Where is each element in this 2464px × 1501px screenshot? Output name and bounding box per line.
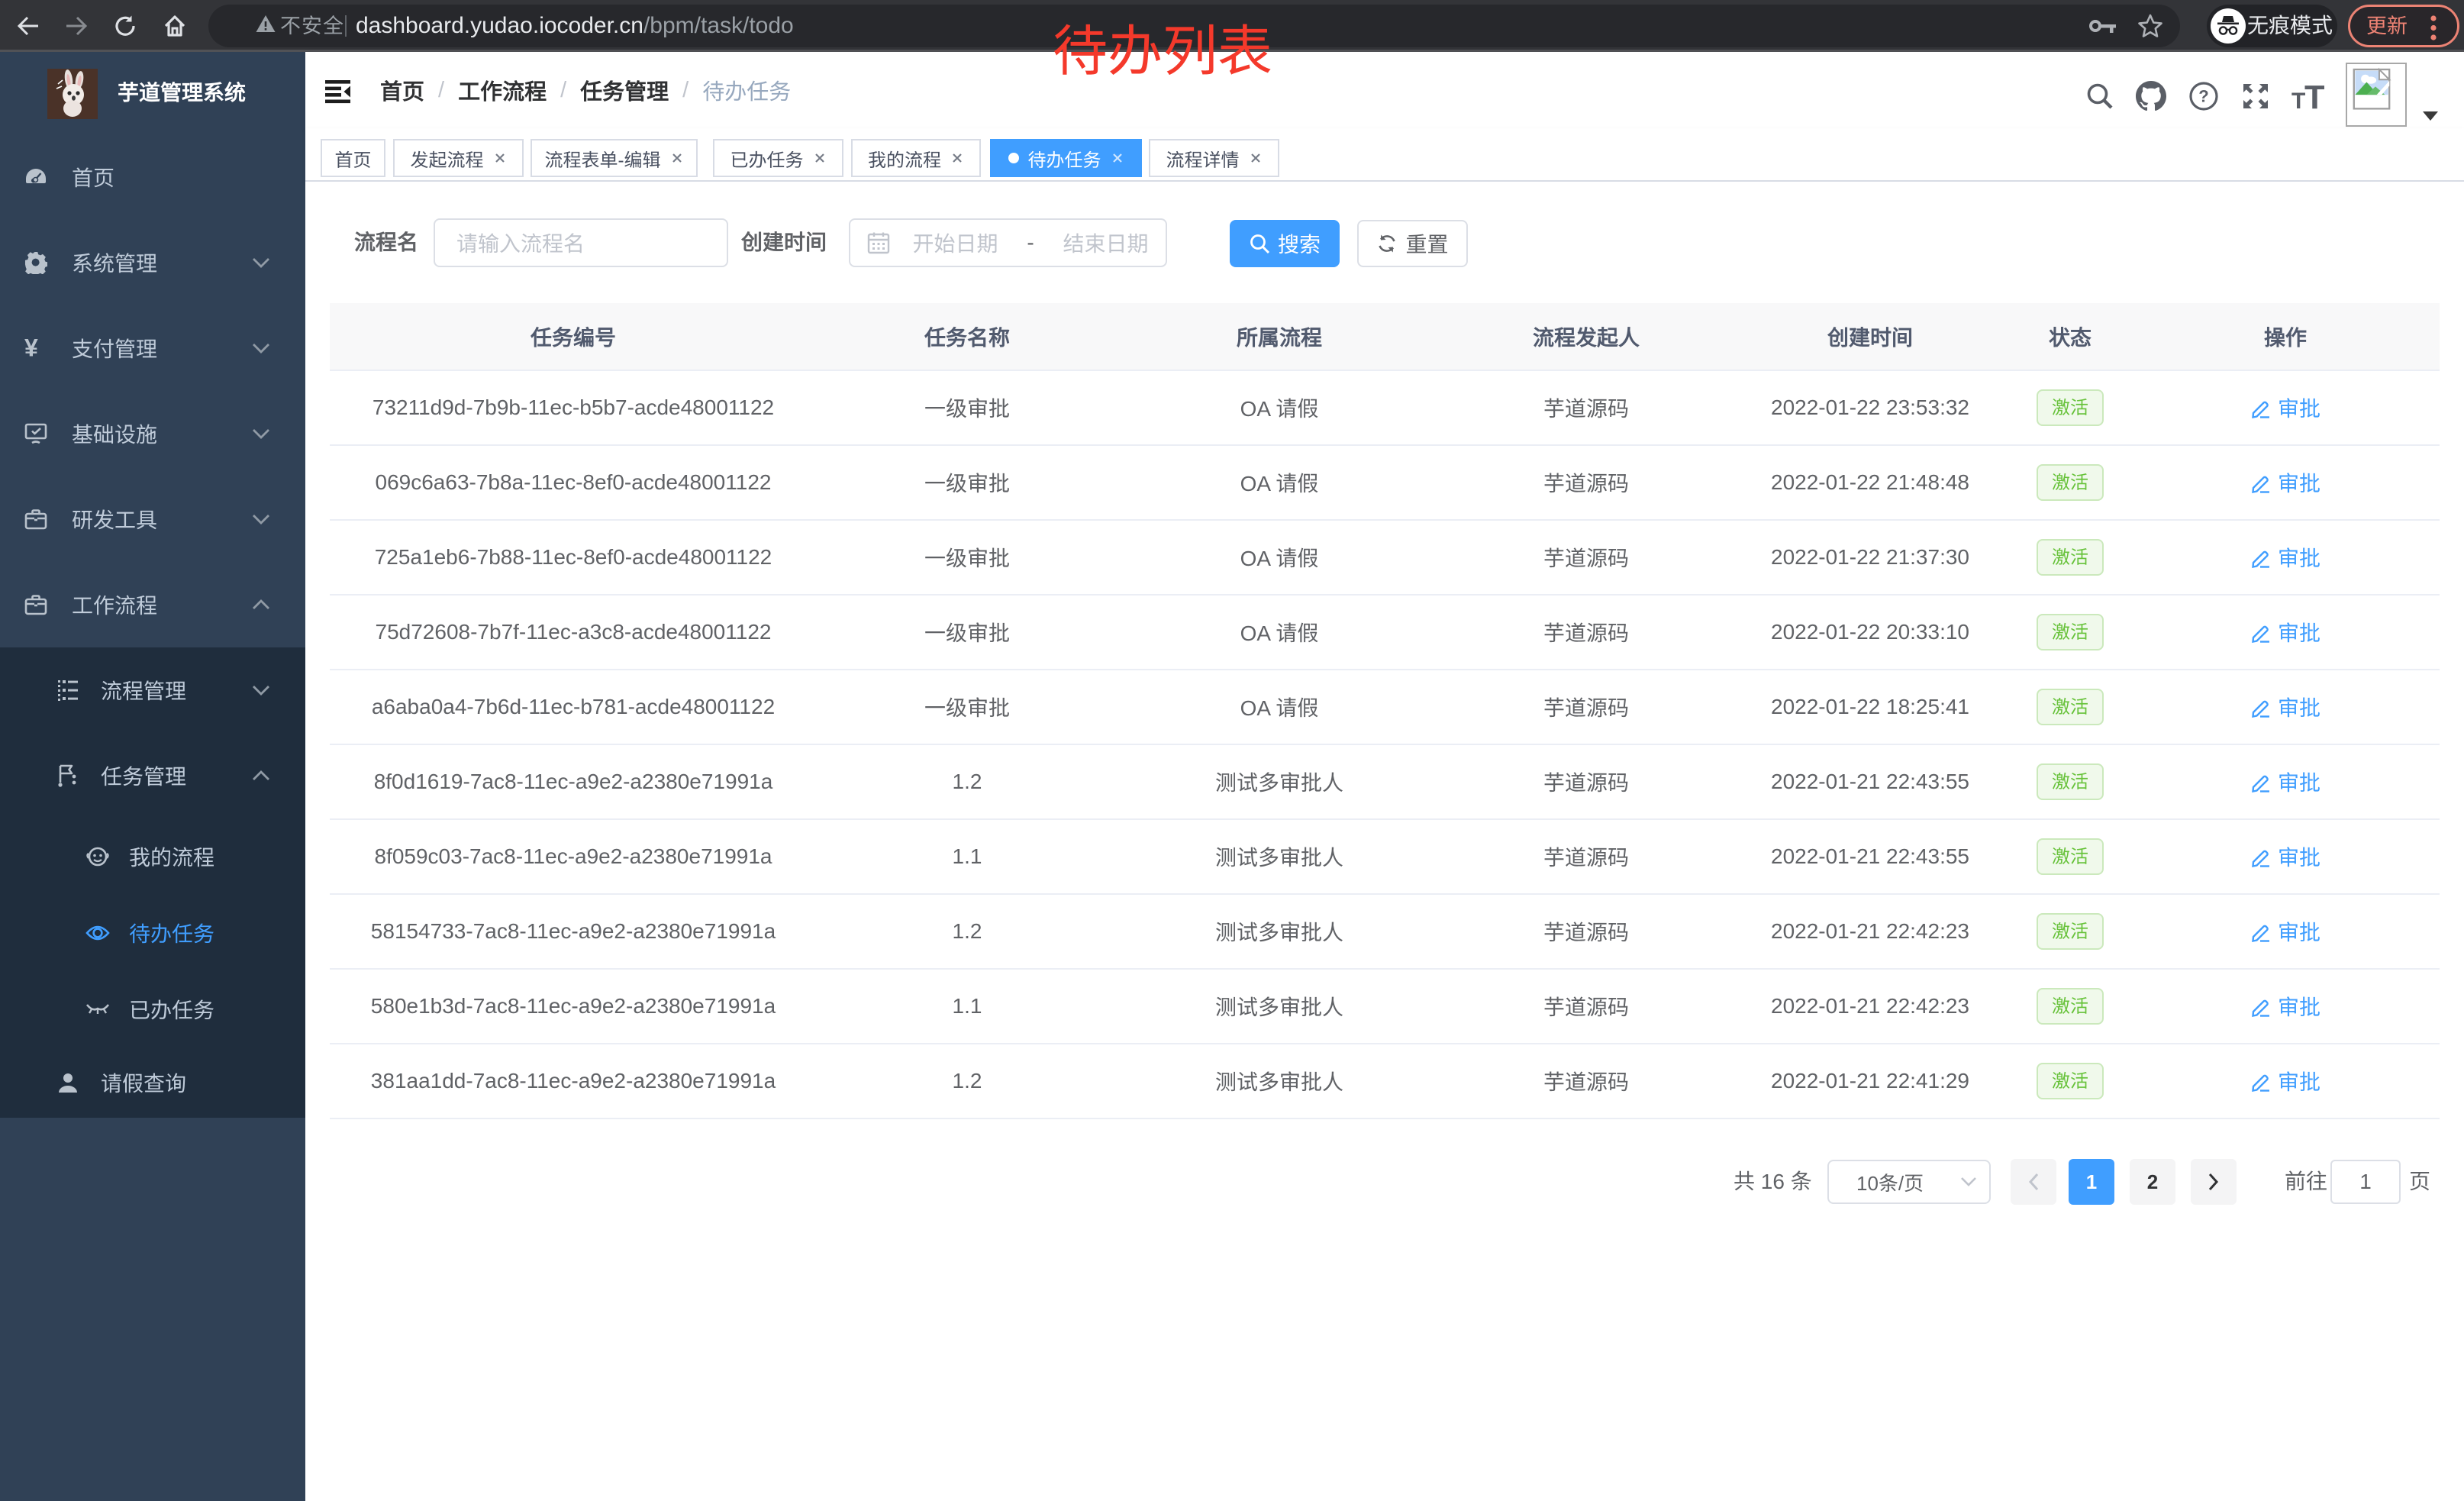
svg-text:T: T bbox=[2291, 89, 2305, 111]
svg-text:?: ? bbox=[2198, 87, 2208, 106]
svg-text:T: T bbox=[2304, 81, 2324, 111]
